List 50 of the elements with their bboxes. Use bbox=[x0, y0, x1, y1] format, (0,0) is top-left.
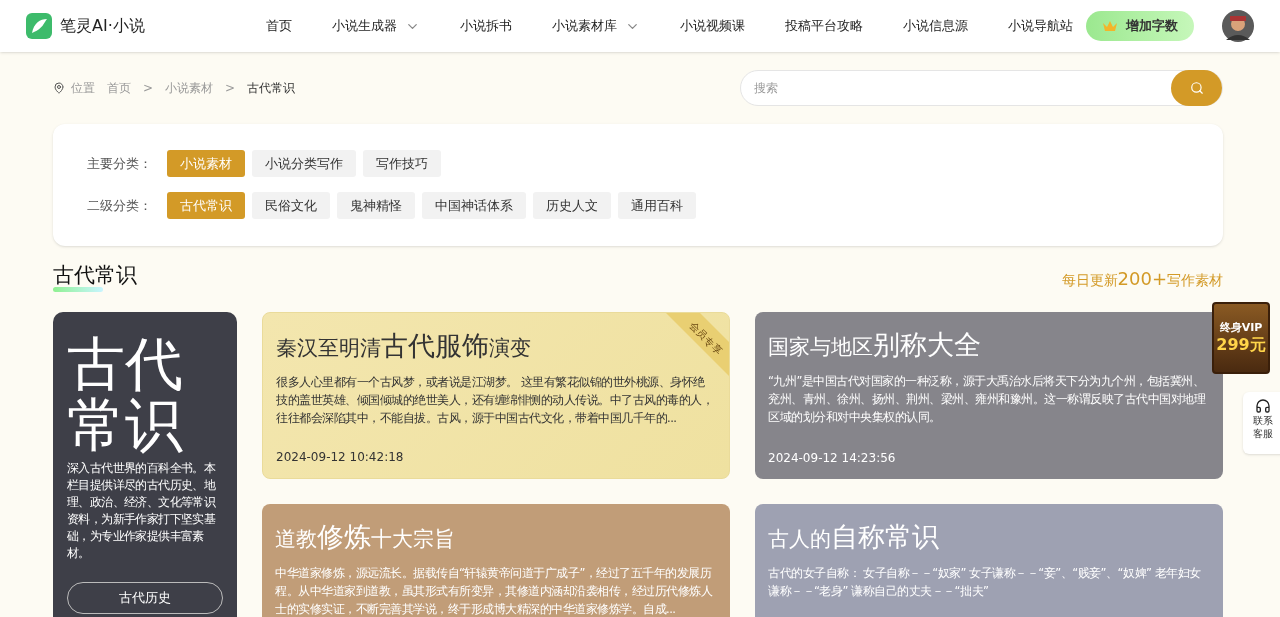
search-icon bbox=[1189, 81, 1204, 95]
intro-title: 古代 常识 bbox=[67, 334, 184, 456]
filter-chip[interactable]: 中国神话体系 bbox=[422, 192, 526, 219]
logo-icon bbox=[26, 13, 52, 39]
filter-chip[interactable]: 民俗文化 bbox=[252, 192, 330, 219]
card-summary: 中华道家修炼，源远流长。据载传自“轩辕黄帝问道于广成子”，经过了五千年的发展历程。从中华道家到道教，虽其形式有所变异，其修道内涵却沿袭相传，经过历代修炼人士的实修实证，不断完善其学说，终于形成博大精深的中华道家修炼学。自成... bbox=[275, 565, 714, 617]
contact-panel[interactable]: 联系客服 bbox=[1243, 392, 1280, 454]
location-icon bbox=[53, 82, 65, 94]
avatar[interactable] bbox=[1222, 10, 1254, 42]
card-title: 道教修炼十大宗旨 bbox=[275, 520, 455, 554]
search-field[interactable]: 搜索 bbox=[754, 79, 1171, 97]
card-date: 2024-09-12 14:23:56 bbox=[768, 450, 896, 467]
card-date: 2024-09-12 10:42:18 bbox=[276, 449, 404, 466]
card-title: 国家与地区别称大全 bbox=[768, 328, 981, 362]
article-card[interactable]: 会员专享 秦汉至明清古代服饰演变 很多人心里都有一个古风梦，或者说是江湖梦。 这里有繁花似锦的世外桃源、身怀绝技的盖世英雄、倾国倾城的绝世美人，还有缠绵悱恻的动人传说。中了古风的毒的人，往往都会深陷其中，不能自拔。古风，源于中国古代文化，带着中国几千年的... 2024-09-12 10:42:18 bbox=[262, 312, 730, 479]
nav-link[interactable]: 小说拆书 bbox=[460, 16, 512, 36]
card-summary: 很多人心里都有一个古风梦，或者说是江湖梦。 这里有繁花似锦的世外桃源、身怀绝技的盖世英雄、倾国倾城的绝世美人，还有缠绵悱恻的动人传说。中了古风的毒的人，往往都会深陷其中，不能自拔。古风，源于中国古代文化，带着中国几千年的... bbox=[276, 374, 714, 427]
filter-chip[interactable]: 鬼神精怪 bbox=[337, 192, 415, 219]
filter-label: 主要分类： bbox=[87, 154, 153, 173]
section-title: 古代常识 bbox=[53, 265, 137, 286]
crown-icon bbox=[1102, 20, 1118, 32]
intro-description: 深入古代世界的百科全书。本栏目提供详尽的古代历史、地理、政治、经济、文化等常识资料，为新手作家打下坚实基础，为专业作家提供丰富素材。 bbox=[67, 459, 217, 562]
breadcrumb-link[interactable]: 古代常识 bbox=[247, 79, 296, 97]
nav-link[interactable]: 首页 bbox=[266, 16, 292, 36]
nav-link[interactable]: 小说素材库 bbox=[552, 16, 640, 36]
nav-link[interactable]: 小说生成器 bbox=[332, 16, 420, 36]
filter-chip[interactable]: 写作技巧 bbox=[363, 150, 441, 177]
search-bar[interactable]: 搜索 bbox=[740, 70, 1223, 106]
breadcrumb-separator: > bbox=[143, 80, 154, 97]
nav-link[interactable]: 小说信息源 bbox=[903, 16, 968, 36]
card-summary: 古代的女子自称： 女子自称－－“奴家” 女子谦称－－“妾”、“贱妾”、“奴婢” 老年妇女谦称－－“老身” 谦称自己的丈夫－－“拙夫” bbox=[768, 565, 1202, 600]
vip-badge[interactable]: 终身VIP 299元 bbox=[1212, 302, 1270, 374]
brand-name[interactable]: 笔灵AI·小说 bbox=[60, 14, 145, 38]
card-title: 秦汉至明清古代服饰演变 bbox=[276, 329, 531, 363]
title-underline bbox=[53, 287, 103, 292]
add-words-button[interactable]: 增加字数 bbox=[1086, 11, 1194, 41]
breadcrumb-label: 位置 bbox=[71, 80, 95, 97]
filter-label: 二级分类： bbox=[87, 196, 153, 215]
filter-chip[interactable]: 小说分类写作 bbox=[252, 150, 356, 177]
headset-icon bbox=[1255, 398, 1271, 414]
nav-link[interactable]: 小说导航站 bbox=[1008, 16, 1073, 36]
filter-chip[interactable]: 历史人文 bbox=[533, 192, 611, 219]
card-title: 古人的自称常识 bbox=[768, 520, 939, 554]
nav-link[interactable]: 小说视频课 bbox=[680, 16, 745, 36]
breadcrumb-separator: > bbox=[225, 80, 236, 97]
ribbon-label: 会员专享 bbox=[687, 320, 724, 357]
nav-link[interactable]: 投稿平台攻略 bbox=[785, 16, 863, 36]
filter-chip[interactable]: 通用百科 bbox=[618, 192, 696, 219]
card-summary: “九州”是中国古代对国家的一种泛称，源于大禹治水后将天下分为九个州，包括冀州、兖州、青州、徐州、扬州、荆州、梁州、雍州和豫州。这一称谓反映了古代中国对地理区域的划分和对中央集权的认同。 bbox=[768, 373, 1207, 426]
update-note: 每日更新200+写作素材 bbox=[1061, 267, 1223, 291]
